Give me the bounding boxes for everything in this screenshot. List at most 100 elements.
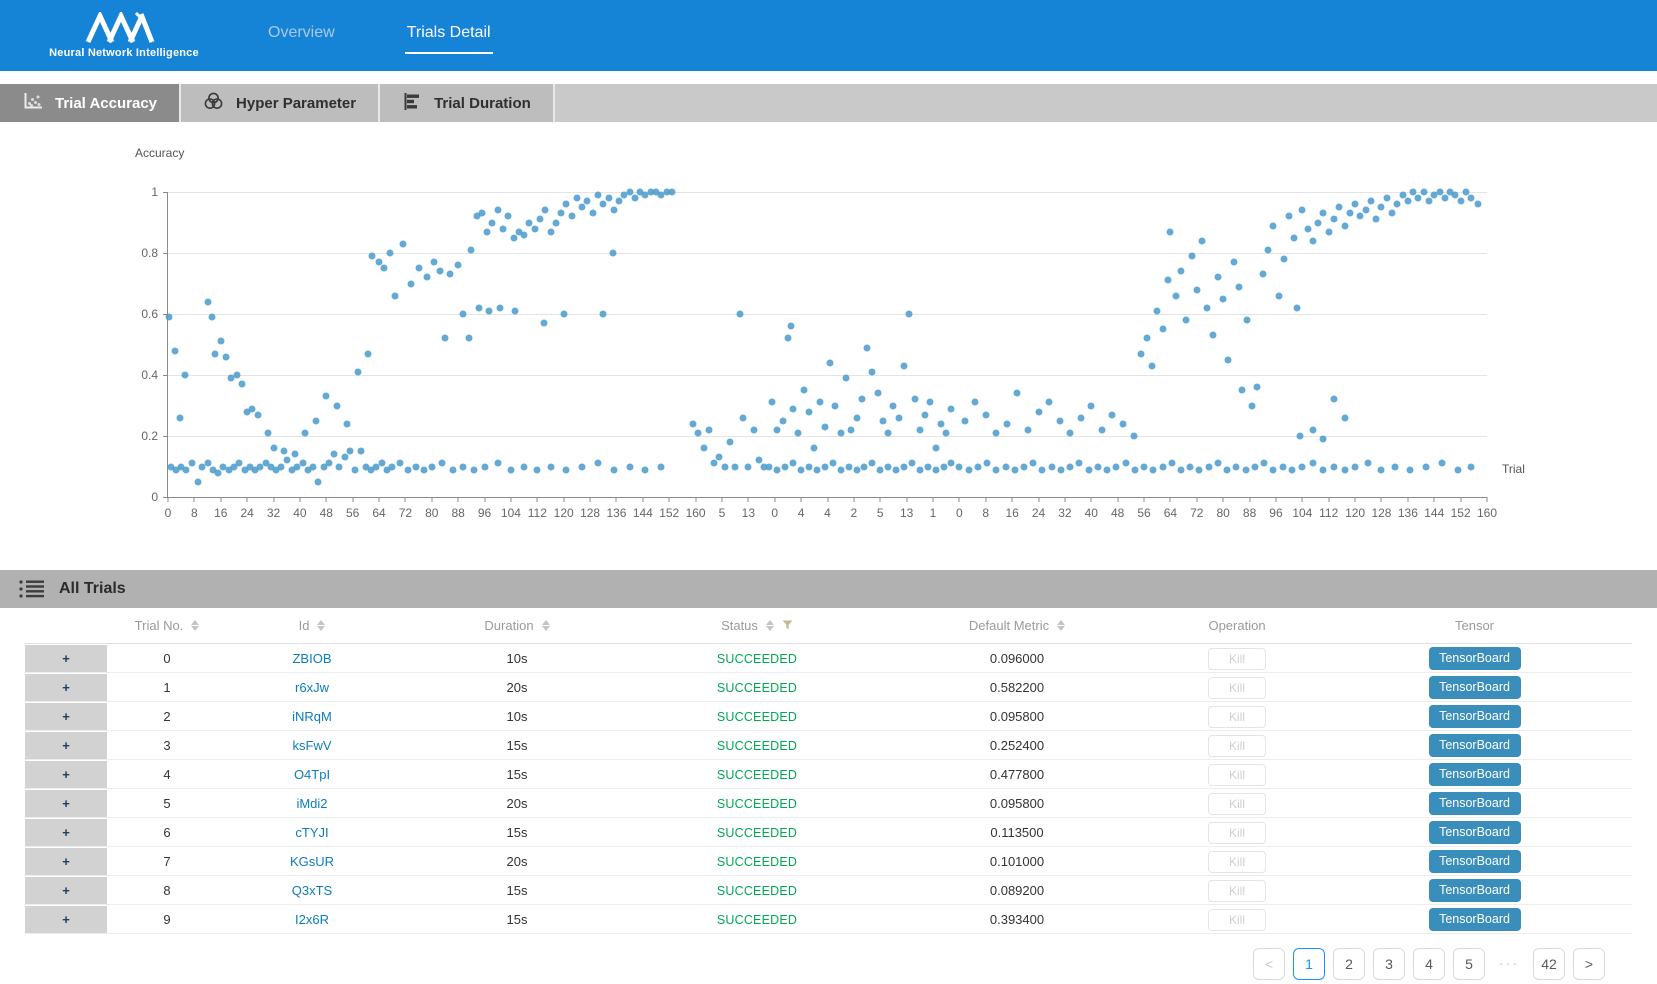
scatter-point [1204,304,1211,311]
status-badge: SUCCEEDED [637,884,877,898]
expand-row-button[interactable]: + [25,877,107,904]
scatter-point [877,466,884,473]
tensorboard-button[interactable]: TensorBoard [1429,792,1521,815]
expand-row-button[interactable]: + [25,703,107,730]
expand-row-button[interactable]: + [25,761,107,788]
page-button-4[interactable]: 4 [1413,948,1445,980]
page-button-5[interactable]: 5 [1453,948,1485,980]
tensorboard-button[interactable]: TensorBoard [1429,705,1521,728]
sort-icon[interactable] [1057,620,1065,631]
tensorboard-button[interactable]: TensorBoard [1429,676,1521,699]
x-tick-mark [1407,497,1408,502]
x-tick-mark [748,497,749,502]
expand-row-button[interactable]: + [25,732,107,759]
scatter-point [1373,216,1380,223]
expand-row-button[interactable]: + [25,906,107,933]
column-header-default-metric[interactable]: Default Metric [877,618,1157,633]
column-header-status[interactable]: Status [637,618,877,633]
page-button-1[interactable]: 1 [1293,948,1325,980]
page-button-2[interactable]: 2 [1333,948,1365,980]
scatter-point [1325,228,1332,235]
tab-hyper-parameter[interactable]: Hyper Parameter [181,84,380,122]
filter-icon[interactable] [782,618,793,633]
page-button-3[interactable]: 3 [1373,948,1405,980]
scatter-point [1439,460,1446,467]
kill-button[interactable]: Kill [1208,851,1266,873]
column-header-trial-no-[interactable]: Trial No. [107,618,227,633]
tensorboard-button[interactable]: TensorBoard [1429,821,1521,844]
sort-icon[interactable] [766,620,774,631]
operation-cell: Kill [1157,735,1317,757]
status-badge: SUCCEEDED [637,652,877,666]
tensorboard-button[interactable]: TensorBoard [1429,647,1521,670]
kill-button[interactable]: Kill [1208,677,1266,699]
column-header-operation[interactable]: Operation [1157,618,1317,633]
tensorboard-button[interactable]: TensorBoard [1429,879,1521,902]
scatter-point [563,201,570,208]
tab-trial-accuracy[interactable]: Trial Accuracy [0,84,181,122]
scatter-point [521,231,528,238]
scatter-point [1454,466,1461,473]
scatter-point [1357,213,1364,220]
table-body: +0ZBIOB10sSUCCEEDED0.096000KillTensorBoa… [25,644,1632,934]
x-tick-mark [801,497,802,502]
nav-tab-trials-detail[interactable]: Trials Detail [405,18,493,54]
x-tick-label: 104 [1292,506,1312,520]
x-tick-label: 24 [1032,506,1045,520]
status-badge: SUCCEEDED [637,681,877,695]
scatter-point [927,399,934,406]
kill-button[interactable]: Kill [1208,793,1266,815]
x-tick-label: 128 [580,506,600,520]
sort-icon[interactable] [191,620,199,631]
scatter-point [420,466,427,473]
scatter-point [790,405,797,412]
column-header-tensor[interactable]: Tensor [1317,618,1632,633]
expand-row-button[interactable]: + [25,819,107,846]
scatter-point [1196,466,1203,473]
tensorboard-button[interactable]: TensorBoard [1429,734,1521,757]
trial-no-cell: 1 [107,680,227,695]
scatter-point [521,463,528,470]
page-button-42[interactable]: 42 [1533,948,1565,980]
default-metric-cell: 0.582200 [877,680,1157,695]
kill-button[interactable]: Kill [1208,735,1266,757]
scatter-point [407,280,414,287]
kill-button[interactable]: Kill [1208,822,1266,844]
kill-button[interactable]: Kill [1208,706,1266,728]
tensorboard-button[interactable]: TensorBoard [1429,908,1521,931]
scatter-point [1011,466,1018,473]
tab-trial-duration[interactable]: Trial Duration [380,84,555,122]
default-metric-cell: 0.393400 [877,912,1157,927]
x-tick-label: 80 [1217,506,1230,520]
x-tick-label: 4 [798,506,805,520]
kill-button[interactable]: Kill [1208,909,1266,931]
expand-row-button[interactable]: + [25,790,107,817]
sort-icon[interactable] [542,620,550,631]
tensorboard-button[interactable]: TensorBoard [1429,850,1521,873]
expand-row-button[interactable]: + [25,645,107,672]
kill-button[interactable]: Kill [1208,764,1266,786]
scatter-point [166,314,173,321]
prev-page-button[interactable]: < [1253,948,1285,980]
scatter-point [573,195,580,202]
tensorboard-button[interactable]: TensorBoard [1429,763,1521,786]
scatter-point [1352,201,1359,208]
x-tick-mark [1038,497,1039,502]
scatter-point [1167,228,1174,235]
scatter-point [798,466,805,473]
next-page-button[interactable]: > [1573,948,1605,980]
nav-tab-overview[interactable]: Overview [266,18,337,54]
expand-row-button[interactable]: + [25,848,107,875]
scatter-point [1122,460,1129,467]
table-row: +3ksFwV15sSUCCEEDED0.252400KillTensorBoa… [25,731,1632,760]
sort-icon[interactable] [317,620,325,631]
tensor-cell: TensorBoard [1317,879,1632,902]
kill-button[interactable]: Kill [1208,880,1266,902]
scatter-point [829,460,836,467]
expand-row-button[interactable]: + [25,674,107,701]
column-header-duration[interactable]: Duration [397,618,637,633]
kill-button[interactable]: Kill [1208,648,1266,670]
x-tick-label: 8 [982,506,989,520]
scatter-point [568,213,575,220]
column-header-id[interactable]: Id [227,618,397,633]
